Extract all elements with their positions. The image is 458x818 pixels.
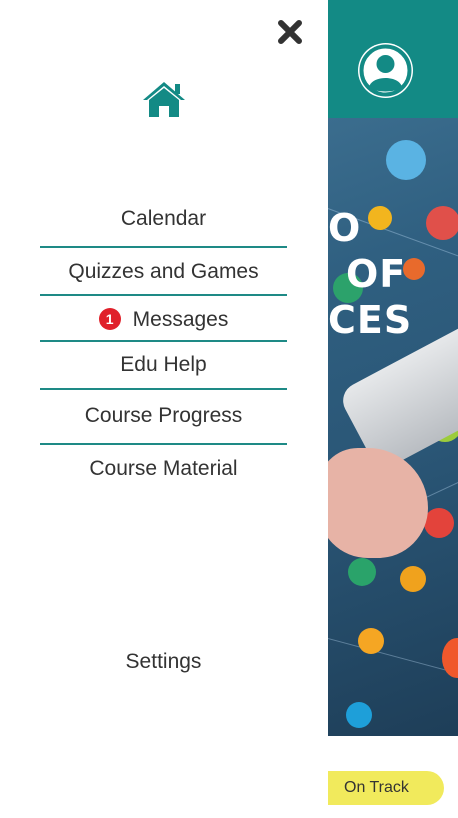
- menu-item-quizzes-and-games[interactable]: Quizzes and Games: [40, 252, 287, 292]
- home-button[interactable]: [141, 80, 187, 120]
- menu-item-settings[interactable]: Settings: [40, 642, 287, 682]
- close-icon: [278, 20, 302, 44]
- hero-banner-image: O OF CES: [328, 118, 458, 736]
- hand-illustration: [328, 448, 428, 558]
- menu-divider: [40, 340, 287, 342]
- home-icon: [143, 82, 185, 117]
- hero-text-line-1: O: [328, 206, 362, 250]
- navigation-drawer: Calendar Quizzes and Games 1 Messages Edu…: [0, 0, 328, 736]
- hero-text-line-2: OF: [346, 252, 407, 296]
- status-badge: On Track: [328, 771, 444, 805]
- menu-item-calendar[interactable]: Calendar: [40, 199, 287, 239]
- menu-item-messages[interactable]: 1 Messages: [40, 300, 287, 340]
- menu-item-course-material[interactable]: Course Material: [40, 449, 287, 489]
- menu-item-messages-label: Messages: [132, 308, 229, 331]
- hero-text-line-3: CES: [328, 298, 413, 342]
- menu-item-course-progress[interactable]: Course Progress: [40, 396, 287, 436]
- user-avatar-icon: [359, 44, 412, 97]
- unread-count-badge: 1: [98, 308, 121, 331]
- close-drawer-button[interactable]: [272, 14, 308, 50]
- menu-divider: [40, 388, 287, 390]
- profile-avatar-button[interactable]: [358, 43, 413, 98]
- menu-divider: [40, 294, 287, 296]
- menu-divider: [40, 246, 287, 248]
- menu-divider: [40, 443, 287, 445]
- menu-item-edu-help[interactable]: Edu Help: [40, 345, 287, 385]
